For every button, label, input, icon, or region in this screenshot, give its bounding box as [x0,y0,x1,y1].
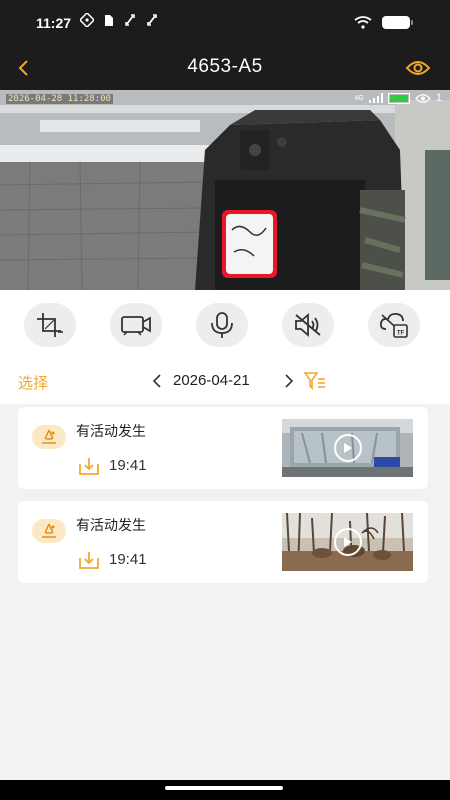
chevron-right-icon [285,374,294,388]
crop-button[interactable] [24,303,76,347]
content-area: TF 选择 2026-04-21 有活动发生 19:41 有活动发生 19:41 [0,290,450,780]
mute-button[interactable] [282,303,334,347]
link-icon [147,14,157,26]
event-title: 有活动发生 [76,424,146,440]
eye-icon [414,93,431,103]
cloud-storage-button[interactable]: TF [368,303,420,347]
page-title: 4653-A5 [187,56,263,77]
status-bar: 11:27 [0,0,450,46]
video-frame [0,90,450,290]
filter-button[interactable] [303,369,327,393]
status-icons-right [354,16,413,29]
microphone-button[interactable] [196,303,248,347]
download-button[interactable] [76,455,102,477]
status-icons-left [80,13,158,27]
event-thumbnail[interactable] [282,419,413,477]
event-title: 有活动发生 [76,518,146,534]
play-icon [343,443,352,453]
svg-text:TF: TF [397,331,405,337]
previous-date-button[interactable] [146,370,168,392]
video-status-overlay: 4G 1 [355,92,442,104]
wifi-icon [354,16,372,29]
status-time: 11:27 [36,15,72,31]
link-icon [125,14,135,26]
event-thumbnail[interactable] [282,513,413,571]
speaker-mute-icon [295,313,321,337]
view-settings-button[interactable] [404,55,432,81]
event-card[interactable]: 有活动发生 19:41 [18,501,428,583]
filter-icon [304,372,325,390]
motion-alert-icon [42,429,56,444]
cloud-tf-icon: TF [379,312,408,338]
download-button[interactable] [76,549,102,571]
microphone-icon [211,312,233,338]
event-type-badge [32,519,66,543]
nav-bar: 4653-A5 [0,46,450,90]
motion-alert-icon [42,523,56,538]
signal-label: 4G [354,94,364,102]
download-icon [79,552,99,569]
event-time: 19:41 [109,551,147,568]
battery-icon [382,16,413,29]
video-timestamp: 2026-04-28 11:28:00 [6,94,113,104]
sim-icon [105,15,113,26]
date-navigation: 选择 2026-04-21 [0,360,450,404]
chevron-left-icon [152,374,161,388]
select-button[interactable]: 选择 [18,372,48,393]
home-indicator[interactable] [165,786,283,790]
control-toolbar: TF [0,290,450,360]
play-icon [343,537,352,547]
event-type-badge [32,425,66,449]
play-button[interactable] [333,434,362,462]
video-record-icon [121,316,151,336]
viewer-count: 1 [435,92,442,104]
next-date-button[interactable] [278,370,300,392]
event-time: 19:41 [109,457,147,474]
camera-battery-icon [387,92,410,104]
play-button[interactable] [333,528,362,556]
current-date[interactable]: 2026-04-21 [173,372,250,389]
crop-icon [37,313,63,337]
record-button[interactable] [110,303,162,347]
signal-bars-icon [368,93,383,103]
vpn-icon [80,13,94,27]
live-video[interactable]: 2026-04-28 11:28:00 4G 1 [0,90,450,290]
eye-icon [405,61,431,75]
download-icon [79,458,99,475]
event-card[interactable]: 有活动发生 19:41 [18,407,428,489]
